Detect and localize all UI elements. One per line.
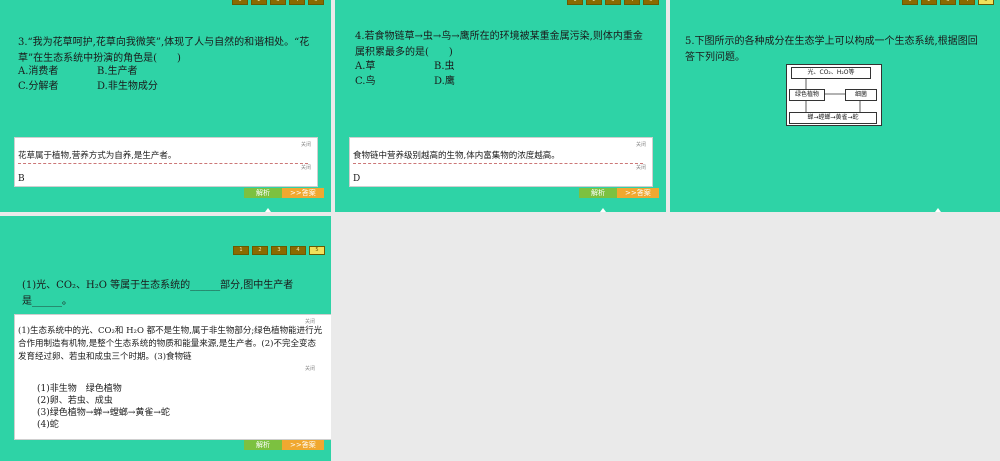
nav-page-3[interactable]: 3	[940, 0, 956, 5]
option-a[interactable]: A.消费者	[18, 64, 97, 79]
explanation-text: (1)生态系统中的光、CO₂和 H₂O 都不是生物,属于非生物部分;绿色植物能进…	[18, 326, 323, 361]
answer-list: (1)非生物 绿色植物 (2)卵、若虫、成虫 (3)绿色植物→蝉→螳螂→黄雀→蛇…	[37, 383, 170, 431]
option-c[interactable]: C.鸟	[355, 74, 434, 89]
close-answer-button[interactable]: 关闭	[636, 164, 646, 171]
nav-page-2[interactable]: 2	[586, 0, 602, 5]
nav-page-4[interactable]: 4	[290, 246, 306, 255]
nav-page-3[interactable]: 3	[270, 0, 286, 5]
answer-3: (3)绿色植物→蝉→螳螂→黄雀→蛇	[37, 408, 170, 418]
nav-page-1[interactable]: 1	[233, 246, 249, 255]
nav-page-3[interactable]: 3	[605, 0, 621, 5]
options: A.草 B.虫 C.鸟 D.鹰	[355, 59, 554, 89]
answer-1: (1)非生物 绿色植物	[37, 384, 122, 394]
page-nav: 1 2 3 4 5	[567, 0, 659, 5]
toggle-buttons: 解析 >>答案	[244, 188, 324, 198]
answer-button[interactable]: >>答案	[282, 188, 324, 198]
close-explanation-button[interactable]: 关闭	[636, 141, 646, 148]
close-explanation-button[interactable]: 关闭	[305, 318, 315, 325]
page-nav: 1 2 3 4 5	[232, 0, 324, 5]
answer-text: D	[353, 174, 361, 184]
nav-page-3[interactable]: 3	[271, 246, 287, 255]
close-answer-button[interactable]: 关闭	[305, 365, 315, 372]
toggle-buttons: 解析 >>答案	[579, 188, 659, 198]
explanation-panel: 关闭 (1)生态系统中的光、CO₂和 H₂O 都不是生物,属于非生物部分;绿色植…	[14, 314, 331, 440]
options: A.消费者 B.生产者 C.分解者 D.非生物成分	[18, 64, 217, 94]
question-text: (1)光、CO₂、H₂O 等属于生态系统的______部分,图中生产者是____…	[22, 280, 294, 307]
ecosystem-diagram: 光、CO₂、H₂O等 绿色植物 细菌 蝉→螳螂→黄雀→蛇	[786, 64, 882, 126]
page-nav: 1 2 3 4 5	[233, 246, 325, 255]
question-text: 4.若食物链草→虫→鸟→鹰所在的环境被某重金属污染,则体内重金属积累最多的是( …	[355, 31, 643, 58]
question-text: 5.下图所示的各种成分在生态学上可以构成一个生态系统,根据图回答下列问题。	[685, 36, 978, 63]
nav-page-5[interactable]: 5	[308, 0, 324, 5]
nav-page-1[interactable]: 1	[902, 0, 918, 5]
nav-page-1[interactable]: 1	[232, 0, 248, 5]
slide-question-5-answers: 1 2 3 4 5 (1)光、CO₂、H₂O 等属于生态系统的______部分,…	[0, 216, 331, 461]
slide-pointer	[262, 208, 274, 212]
answer-4: (4)蛇	[37, 420, 59, 430]
slide-question-3: 1 2 3 4 5 3.“我为花草呵护,花草向我微笑”,体现了人与自然的和谐相处…	[0, 0, 331, 212]
answer-2: (2)卵、若虫、成虫	[37, 396, 113, 406]
nav-page-5[interactable]: 5	[309, 246, 325, 255]
slide-question-5: 1 2 3 4 5 5.下图所示的各种成分在生态学上可以构成一个生态系统,根据图…	[670, 0, 1000, 212]
nav-page-5[interactable]: 5	[978, 0, 994, 5]
answer-button[interactable]: >>答案	[617, 188, 659, 198]
nav-page-4[interactable]: 4	[624, 0, 640, 5]
nav-page-4[interactable]: 4	[289, 0, 305, 5]
nav-page-1[interactable]: 1	[567, 0, 583, 5]
nav-page-2[interactable]: 2	[251, 0, 267, 5]
nav-page-2[interactable]: 2	[921, 0, 937, 5]
option-d[interactable]: D.鹰	[434, 74, 554, 89]
explanation-text: 食物链中营养级别越高的生物,体内富集物的浓度越高。	[353, 150, 643, 164]
option-d[interactable]: D.非生物成分	[97, 79, 217, 94]
option-c[interactable]: C.分解者	[18, 79, 97, 94]
slide-question-4: 1 2 3 4 5 4.若食物链草→虫→鸟→鹰所在的环境被某重金属污染,则体内重…	[335, 0, 666, 212]
diagram-arrows	[805, 78, 861, 112]
nav-page-4[interactable]: 4	[959, 0, 975, 5]
answer-button[interactable]: >>答案	[282, 440, 324, 450]
explanation-text: 花草属于植物,营养方式为自养,是生产者。	[18, 150, 308, 164]
close-explanation-button[interactable]: 关闭	[301, 141, 311, 148]
explanation-panel: 关闭 花草属于植物,营养方式为自养,是生产者。 关闭 B	[14, 137, 318, 187]
page-nav: 1 2 3 4 5	[902, 0, 994, 5]
toggle-buttons: 解析 >>答案	[244, 440, 324, 450]
question-text: 3.“我为花草呵护,花草向我微笑”,体现了人与自然的和谐相处。“花草”在生态系统…	[18, 37, 310, 64]
option-a[interactable]: A.草	[355, 59, 434, 74]
close-answer-button[interactable]: 关闭	[301, 164, 311, 171]
option-b[interactable]: B.生产者	[97, 64, 217, 79]
explain-button[interactable]: 解析	[244, 188, 282, 198]
slide-pointer	[597, 208, 609, 212]
nav-page-5[interactable]: 5	[643, 0, 659, 5]
explain-button[interactable]: 解析	[244, 440, 282, 450]
slide-pointer	[932, 208, 944, 212]
nav-page-2[interactable]: 2	[252, 246, 268, 255]
option-b[interactable]: B.虫	[434, 59, 554, 74]
answer-text: B	[18, 174, 25, 184]
explanation-panel: 关闭 食物链中营养级别越高的生物,体内富集物的浓度越高。 关闭 D	[349, 137, 653, 187]
explain-button[interactable]: 解析	[579, 188, 617, 198]
